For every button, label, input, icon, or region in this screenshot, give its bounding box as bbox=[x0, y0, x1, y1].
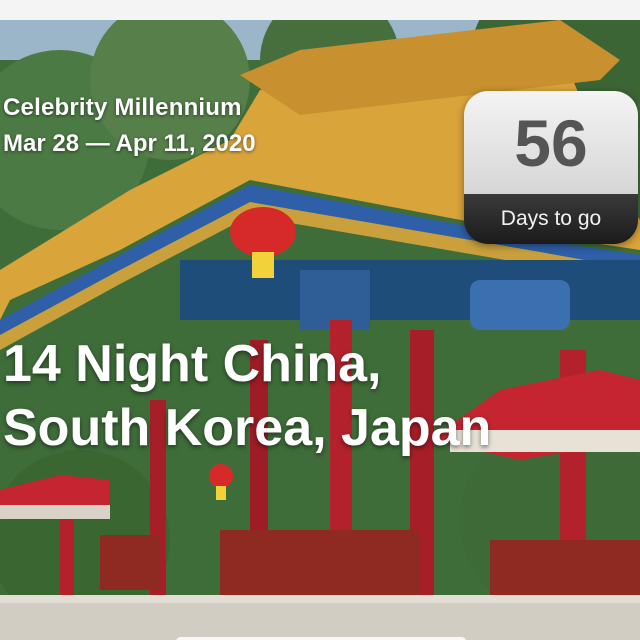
countdown-number: 56 bbox=[514, 105, 588, 180]
countdown-label: Days to go bbox=[500, 207, 602, 230]
ship-name: Celebrity Millennium bbox=[3, 94, 242, 121]
cruise-title-line-2: South Korea, Japan bbox=[3, 399, 492, 457]
trip-card-hero[interactable]: Celebrity Millennium Mar 28 — Apr 11, 20… bbox=[0, 20, 640, 640]
countdown-badge: 56 Days to go bbox=[464, 91, 638, 244]
trip-dates: Mar 28 — Apr 11, 2020 bbox=[3, 130, 256, 157]
cruise-title: 14 Night China, South Korea, Japan bbox=[3, 332, 637, 460]
top-strip bbox=[0, 0, 640, 20]
cruise-title-line-1: 14 Night China, bbox=[3, 335, 382, 393]
